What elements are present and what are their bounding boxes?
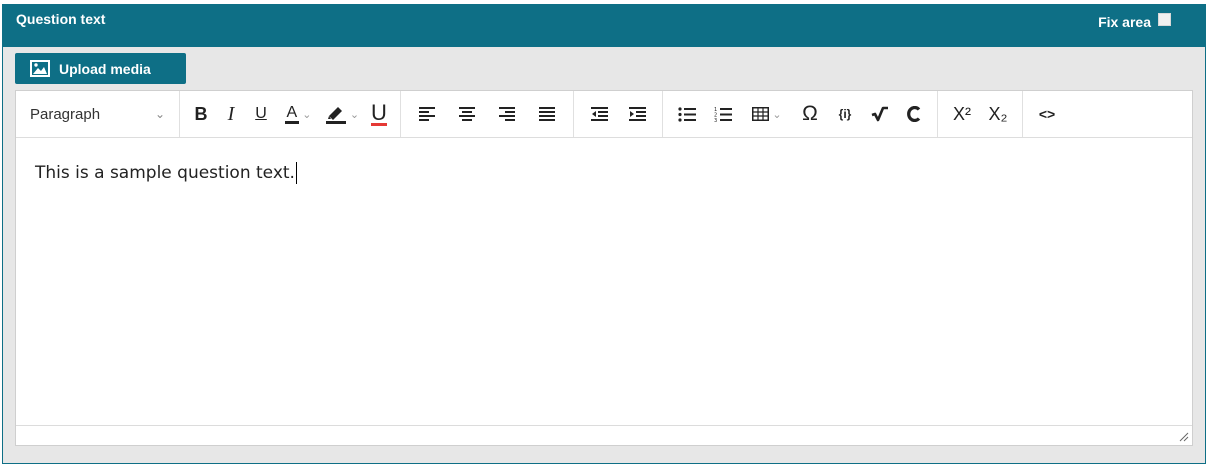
math-equation-button[interactable] <box>863 98 897 130</box>
underline-color-button[interactable]: U <box>364 98 394 130</box>
numbered-list-icon: 123 <box>714 107 732 122</box>
chevron-down-icon: ⌄ <box>302 108 312 121</box>
variables-button[interactable]: {i} <box>827 98 863 130</box>
fix-area-checkbox[interactable] <box>1158 12 1171 26</box>
font-color-button[interactable]: A ⌄ <box>276 98 320 130</box>
editor-toolbar: Paragraph ⌄ B I U A ⌄ ⌄ U 1 2 3 ⌄ Ω {i} … <box>16 91 1192 138</box>
fix-area-toggle[interactable]: Fix area <box>1098 12 1171 30</box>
question-text-panel: Question text Fix area Upload media Para… <box>2 4 1206 464</box>
align-right-icon <box>499 107 515 121</box>
variables-icon: {i} <box>838 107 852 121</box>
insert-group: 123 ⌄ Ω {i} <box>663 91 938 137</box>
block-format-group: Paragraph ⌄ <box>16 91 180 137</box>
subscript-icon: X₂ <box>988 103 1008 124</box>
superscript-button[interactable]: X² <box>944 98 980 130</box>
table-icon <box>752 107 770 121</box>
underline-button[interactable]: U <box>246 98 276 130</box>
superscript-icon: X² <box>953 103 971 124</box>
font-color-icon: A <box>284 104 300 124</box>
panel-title: Question text <box>16 11 106 27</box>
chemistry-button[interactable] <box>897 98 931 130</box>
chevron-down-icon: ⌄ <box>154 107 165 121</box>
upload-media-button[interactable]: Upload media <box>15 53 186 84</box>
bullet-list-icon <box>678 106 696 122</box>
align-left-button[interactable] <box>407 98 447 130</box>
omega-icon: Ω <box>802 102 818 125</box>
align-justify-icon <box>539 107 555 121</box>
block-format-value: Paragraph <box>30 105 101 123</box>
upload-media-label: Upload media <box>59 60 151 77</box>
align-justify-button[interactable] <box>527 98 567 130</box>
italic-button[interactable]: I <box>216 98 246 130</box>
numbered-list-button[interactable]: 123 <box>705 98 741 130</box>
indent-button[interactable] <box>618 98 656 130</box>
align-left-icon <box>419 107 435 121</box>
script-group: X² X₂ <box>938 91 1023 137</box>
editor-statusbar <box>16 425 1192 445</box>
resize-handle-icon[interactable] <box>1179 432 1189 442</box>
text-style-group: B I U A ⌄ ⌄ U <box>180 91 401 137</box>
fix-area-label: Fix area <box>1098 14 1151 30</box>
highlighter-icon <box>325 107 346 124</box>
chevron-down-icon: ⌄ <box>772 108 782 121</box>
text-cursor <box>295 162 297 184</box>
editor-content-area[interactable]: This is a sample question text. <box>16 138 1192 398</box>
bold-button[interactable]: B <box>186 98 216 130</box>
image-icon <box>30 60 50 77</box>
rich-text-editor: Paragraph ⌄ B I U A ⌄ ⌄ U 1 2 3 ⌄ Ω {i} … <box>15 90 1193 446</box>
subscript-button[interactable]: X₂ <box>980 98 1016 130</box>
chevron-down-icon: ⌄ <box>349 108 360 121</box>
bold-icon: B <box>194 103 208 124</box>
code-icon: <> <box>1038 106 1056 122</box>
code-group: <> <box>1023 91 1071 137</box>
alignment-group <box>401 91 574 137</box>
block-format-dropdown[interactable]: Paragraph ⌄ <box>16 98 179 130</box>
indent-group <box>574 91 663 137</box>
table-button[interactable]: ⌄ <box>741 98 793 130</box>
source-code-button[interactable]: <> <box>1029 98 1065 130</box>
align-center-button[interactable] <box>447 98 487 130</box>
outdent-button[interactable] <box>580 98 618 130</box>
underline-icon: U <box>255 105 267 122</box>
align-center-icon <box>459 107 475 121</box>
panel-header: Question text Fix area <box>3 5 1205 47</box>
italic-icon: I <box>227 102 235 125</box>
square-root-icon <box>871 106 888 122</box>
highlight-color-button[interactable]: ⌄ <box>320 98 364 130</box>
bullet-list-button[interactable] <box>669 98 705 130</box>
chemistry-c-icon <box>907 106 921 122</box>
outdent-icon <box>590 107 608 121</box>
indent-icon <box>628 107 646 121</box>
svg-text:3: 3 <box>714 118 717 122</box>
question-text-content: This is a sample question text. <box>35 163 295 183</box>
underline-color-icon: U <box>371 99 387 126</box>
align-right-button[interactable] <box>487 98 527 130</box>
special-characters-button[interactable]: Ω <box>793 98 827 130</box>
